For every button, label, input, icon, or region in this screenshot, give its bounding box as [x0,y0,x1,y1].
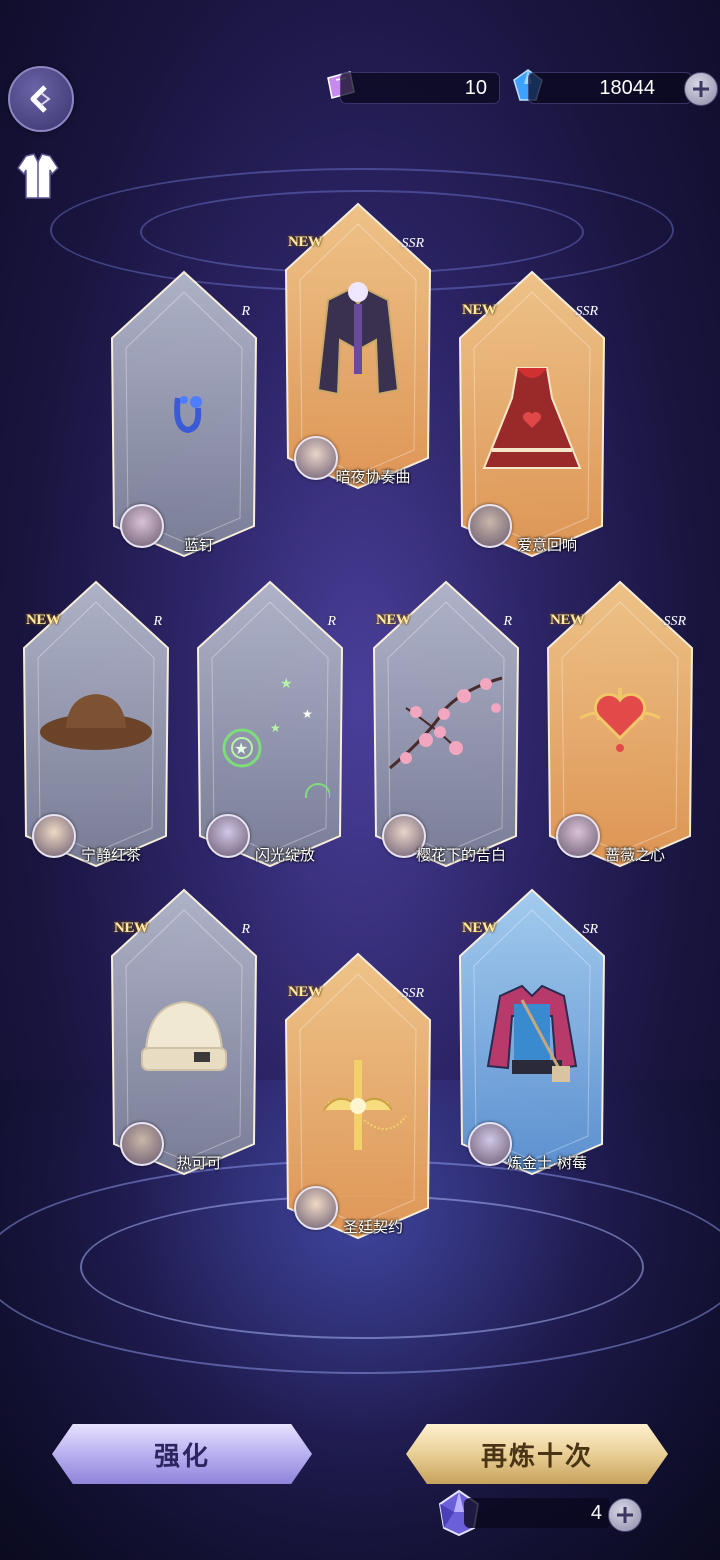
card-name: 暗夜协奏曲 [335,469,411,486]
result-card[interactable]: R 蓝钉 [108,268,260,558]
result-card[interactable]: NEW SR 炼金士·树莓 [456,886,608,1176]
plus-icon [693,81,709,97]
strengthen-button[interactable]: 强化 [52,1424,312,1484]
rarity-badge: R [241,304,250,319]
add-diamond-button[interactable] [684,72,718,106]
new-badge: NEW [550,612,585,628]
rarity-badge: R [153,614,162,629]
result-card[interactable]: NEW R 樱花下的告白 [370,578,522,868]
svg-text:★: ★ [302,707,313,721]
rarity-badge: SR [582,922,598,937]
plus-icon [617,1507,633,1523]
new-badge: NEW [26,612,61,628]
new-badge: NEW [462,920,497,936]
new-badge: NEW [462,302,497,318]
result-card[interactable]: R ★ ★ ★ ★ 闪光绽放 [194,578,346,868]
red-heart-dress-icon [472,338,592,488]
card-name: 炼金士·树莓 [507,1155,587,1172]
gold-cross-brooch-icon [298,1020,418,1170]
star-sparkle-effect-icon: ★ ★ ★ ★ [210,648,331,809]
svg-text:★: ★ [270,721,281,735]
card-name: 闪光绽放 [254,847,315,864]
back-arrow-icon [30,85,51,113]
rarity-badge: SSR [401,986,424,1001]
card-name: 蔷薇之心 [604,847,665,864]
result-card[interactable]: NEW SSR 暗夜协奏曲 [282,200,434,490]
new-badge: NEW [288,234,323,250]
result-card[interactable]: NEW SSR 蔷薇之心 [544,578,696,868]
refine-ten-button[interactable]: 再炼十次 [406,1424,668,1484]
blue-earring-icon [124,338,244,488]
card-name: 蓝钉 [183,537,214,554]
result-card[interactable]: NEW SSR 圣廷契约 [282,950,434,1240]
rarity-badge: R [503,614,512,629]
svg-text:★: ★ [280,675,293,691]
ticket-count: 10 [340,72,500,104]
result-card[interactable]: NEW R 宁静红茶 [20,578,172,868]
rarity-badge: SSR [575,304,598,319]
new-badge: NEW [376,612,411,628]
crystal-count: 4 [464,1498,610,1528]
rarity-badge: R [241,922,250,937]
knit-beanie-icon [124,956,244,1106]
rarity-badge: R [327,614,336,629]
add-crystal-button[interactable] [608,1498,642,1532]
brown-hat-icon [36,648,156,798]
rose-heart-brooch-icon [560,648,680,798]
wardrobe-icon[interactable] [14,150,62,204]
dark-coat-outfit-icon [298,270,418,420]
card-name: 爱意回响 [516,537,577,554]
diamond-count: 18044 [528,72,692,104]
card-name: 樱花下的告白 [415,847,506,864]
card-name: 圣廷契约 [342,1219,403,1236]
back-button[interactable] [8,66,74,132]
svg-text:★: ★ [234,741,248,758]
result-card[interactable]: NEW R 热可可 [108,886,260,1176]
rarity-badge: SSR [401,236,424,251]
rarity-badge: SSR [663,614,686,629]
cherry-blossom-branch-icon [386,648,506,798]
result-card[interactable]: NEW SSR 爱意回响 [456,268,608,558]
alchemist-outfit-icon [472,956,592,1106]
card-name: 宁静红茶 [80,847,141,864]
new-badge: NEW [288,984,323,1000]
new-badge: NEW [114,920,149,936]
card-name: 热可可 [176,1155,222,1172]
